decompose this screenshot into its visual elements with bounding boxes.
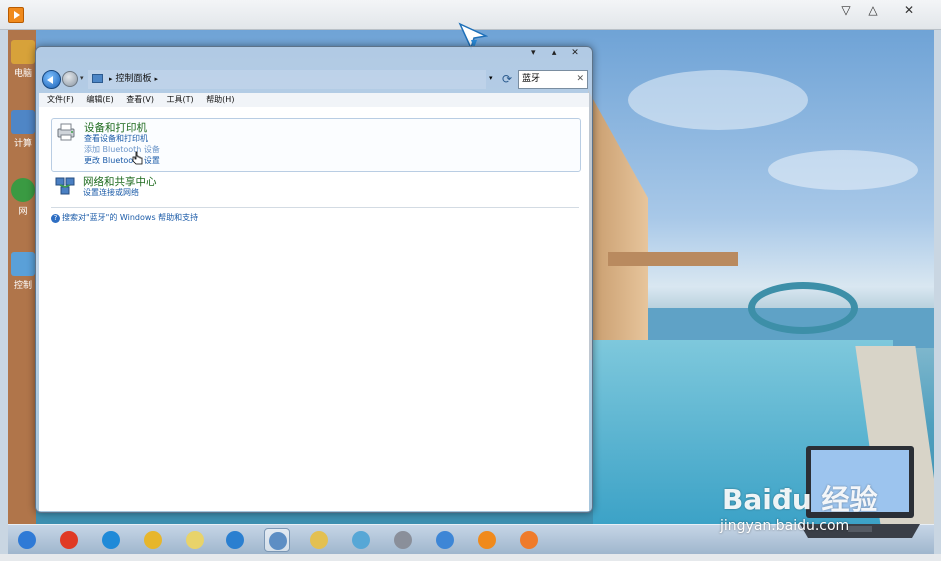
refresh-icon[interactable]: ⟳ [502, 72, 512, 86]
menu-help[interactable]: 帮助(H) [206, 95, 234, 104]
search-clear-button[interactable]: ✕ [576, 71, 584, 88]
menu-bar: 文件(F) 编辑(E) 查看(V) 工具(T) 帮助(H) [39, 93, 589, 107]
taskbar-pinwheel[interactable] [348, 528, 374, 552]
desktop-icon-label: 控制 [13, 281, 32, 291]
search-input[interactable]: 蓝牙 ✕ [518, 70, 588, 89]
address-dropdown[interactable]: ▾ [489, 74, 493, 82]
control-panel-icon [92, 74, 103, 83]
folder-yellow-icon [186, 531, 204, 549]
app-blue-icon [436, 531, 454, 549]
desktop-icon-control[interactable]: 控制 [8, 252, 38, 291]
forward-button[interactable] [62, 71, 78, 87]
search-value: 蓝牙 [522, 74, 541, 84]
address-bar[interactable]: ▸ 控制面板 ▸ [88, 70, 486, 89]
taskbar-player[interactable] [474, 528, 500, 552]
desktop-icon-label: 计算 [13, 139, 32, 149]
explorer-icon [310, 531, 328, 549]
pergola [608, 252, 738, 266]
desktop-icon-computer[interactable]: 电脑 [8, 40, 38, 79]
hand-cursor-icon [132, 151, 143, 165]
watermark-brand: Baiđu 经验 [722, 483, 878, 516]
menu-file[interactable]: 文件(F) [47, 95, 74, 104]
chat-icon [226, 531, 244, 549]
recent-pages-dropdown[interactable]: ▾ [80, 74, 84, 82]
watermark-url: jingyan.baidu.com [720, 518, 850, 534]
cloud [768, 150, 918, 190]
menu-edit[interactable]: 编辑(E) [86, 95, 113, 104]
search-results-pane: 设备和打印机 查看设备和打印机 添加 Bluetooth 设备 更改 Bluet… [39, 107, 589, 511]
pinwheel-icon [352, 531, 370, 549]
taskbar-tools[interactable] [390, 528, 416, 552]
maximize-button[interactable]: ▴ [545, 48, 563, 58]
breadcrumb-separator[interactable]: ▸ [155, 75, 159, 83]
taskbar-app-blue[interactable] [432, 528, 458, 552]
taskbar-chrome[interactable] [140, 528, 166, 552]
result-link-bluetooth-settings[interactable]: 更改 Bluetooth 设置 [84, 155, 160, 166]
result-network-sharing[interactable]: 网络和共享中心 设置连接或网络 [51, 173, 581, 199]
desktop-icon-network[interactable]: 网 [8, 178, 38, 217]
control-panel-icon [269, 532, 287, 550]
hand-icon [520, 531, 538, 549]
outer-up-button[interactable]: △ [864, 3, 882, 17]
taskbar-chat[interactable] [222, 528, 248, 552]
window-caption-buttons: ▾ ▴ ✕ [524, 48, 584, 58]
taskbar-hand[interactable] [516, 528, 542, 552]
menu-tools[interactable]: 工具(T) [167, 95, 194, 104]
control-panel-window: ▾ ▴ ✕ ▾ ▸ 控制面板 ▸ ▾ ⟳ 蓝牙 ✕ 文件(F) 编辑(E) 查看(V… [35, 46, 593, 513]
taskbar-ie[interactable] [98, 528, 124, 552]
result-devices-printers[interactable]: 设备和打印机 查看设备和打印机 添加 Bluetooth 设备 更改 Bluet… [51, 118, 581, 172]
network-icon [55, 177, 75, 195]
taskbar-control-panel[interactable] [264, 528, 290, 552]
outer-bottom-border [0, 554, 941, 561]
breadcrumb-control-panel[interactable]: 控制面板 [116, 74, 152, 84]
help-link-text[interactable]: 搜索对"蓝牙"的 Windows 帮助和支持 [62, 213, 198, 222]
printer-icon [57, 123, 75, 141]
close-button[interactable]: ✕ [566, 48, 584, 58]
player-icon [478, 531, 496, 549]
taskbar-folder-yellow[interactable] [182, 528, 208, 552]
globe-icon [11, 178, 35, 202]
outer-dropdown-button[interactable]: ▽ [837, 3, 855, 17]
ring-sculpture [748, 282, 858, 334]
tools-icon [394, 531, 412, 549]
desktop-icon-label: 电脑 [13, 69, 32, 79]
taskbar-jiang[interactable] [56, 528, 82, 552]
menu-view[interactable]: 查看(V) [126, 95, 154, 104]
result-link-setup-connection[interactable]: 设置连接或网络 [83, 187, 139, 198]
folder-icon [11, 40, 35, 64]
jiang-icon [60, 531, 78, 549]
taskbar-explorer[interactable] [306, 528, 332, 552]
help-icon: ? [51, 214, 60, 223]
villa-building [588, 90, 648, 360]
outer-close-button[interactable]: ✕ [900, 3, 918, 17]
minimize-button[interactable]: ▾ [524, 48, 542, 58]
cloud [628, 70, 808, 130]
control-panel-icon [11, 252, 35, 276]
start-icon [18, 531, 36, 549]
computer-icon [11, 110, 35, 134]
results-divider [51, 207, 579, 208]
desktop-icon-label: 网 [18, 207, 28, 217]
taskbar-start[interactable] [14, 528, 40, 552]
navigation-bar: ▾ ▸ 控制面板 ▸ ▾ ⟳ 蓝牙 ✕ [42, 69, 588, 93]
windows-help-link[interactable]: ? 搜索对"蓝牙"的 Windows 帮助和支持 [51, 212, 198, 223]
breadcrumb-separator[interactable]: ▸ [109, 75, 113, 83]
desktop-icon-calc[interactable]: 计算 [8, 110, 38, 149]
result-link-add-bluetooth[interactable]: 添加 Bluetooth 设备 [84, 144, 160, 155]
back-button[interactable] [42, 70, 61, 89]
player-app-icon [8, 7, 24, 23]
result-link-view-devices[interactable]: 查看设备和打印机 [84, 133, 148, 144]
chrome-icon [144, 531, 162, 549]
ie-icon [102, 531, 120, 549]
